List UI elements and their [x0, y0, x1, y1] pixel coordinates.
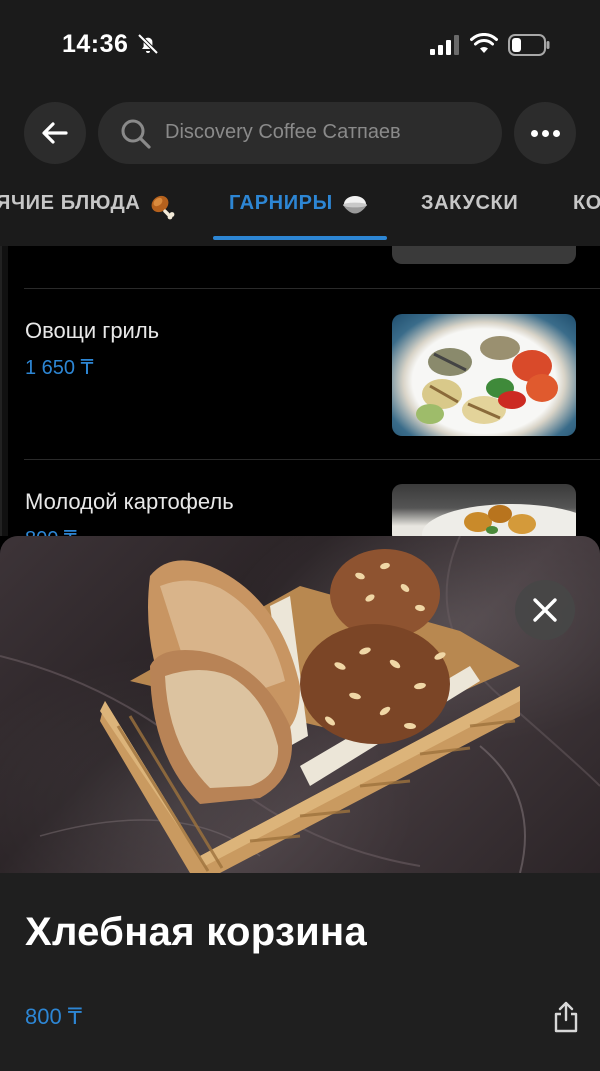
- tab-label: ЗАКУСКИ: [421, 192, 519, 214]
- close-button[interactable]: [515, 580, 575, 640]
- status-bar: 14:36: [0, 0, 600, 90]
- search-icon: [121, 119, 151, 149]
- dish-price: 800 ₸: [25, 1004, 82, 1029]
- signal-icon: [430, 35, 459, 55]
- tab-next[interactable]: КО: [573, 184, 600, 246]
- dish-title: Хлебная корзина: [25, 910, 368, 954]
- header: Discovery Coffee Сатпаев ЯЧИЕ БЛЮДА ГАРН…: [0, 90, 600, 246]
- back-button[interactable]: [24, 102, 86, 164]
- wifi-icon: [470, 33, 498, 53]
- item-name: Молодой картофель: [25, 489, 234, 514]
- status-time: 14:36: [62, 30, 129, 58]
- tab-snacks[interactable]: ЗАКУСКИ: [421, 184, 518, 246]
- list-edge-line: [0, 246, 2, 536]
- bell-slash-icon: [137, 33, 159, 55]
- arrow-left-icon: [42, 122, 68, 144]
- search-text: Discovery Coffee Сатпаев: [165, 121, 401, 143]
- more-horizontal-icon: [529, 129, 562, 137]
- rice-bowl-icon: [342, 196, 367, 214]
- row-divider: [24, 459, 600, 460]
- active-tab-indicator: [213, 236, 387, 240]
- share-icon[interactable]: [552, 1000, 580, 1034]
- category-tabs: ЯЧИЕ БЛЮДА ГАРНИРЫ ЗАКУСКИ КО: [0, 184, 600, 246]
- menu-list[interactable]: Овощи гриль 1 650 ₸ Молодой картофель 80…: [0, 246, 600, 536]
- tab-label: ЯЧИЕ БЛЮДА: [0, 192, 141, 214]
- tab-label: ГАРНИРЫ: [229, 192, 333, 214]
- tab-label: КО: [573, 192, 600, 214]
- battery-icon: [508, 34, 550, 56]
- close-icon: [533, 598, 557, 622]
- more-button[interactable]: [514, 102, 576, 164]
- search-input[interactable]: Discovery Coffee Сатпаев: [98, 102, 502, 164]
- dish-detail-sheet: Хлебная корзина 800 ₸: [0, 536, 600, 1071]
- item-price: 1 650 ₸: [25, 357, 94, 379]
- tab-hot-dishes[interactable]: ЯЧИЕ БЛЮДА: [0, 184, 176, 246]
- dish-thumbnail[interactable]: [392, 484, 576, 536]
- row-divider: [24, 288, 600, 289]
- dish-thumbnail[interactable]: [392, 314, 576, 436]
- item-price: 800 ₸: [25, 526, 77, 536]
- dish-thumbnail[interactable]: [392, 246, 576, 264]
- item-name: Овощи гриль: [25, 318, 160, 343]
- dish-photo: [0, 536, 600, 873]
- chicken-leg-icon: [152, 195, 175, 220]
